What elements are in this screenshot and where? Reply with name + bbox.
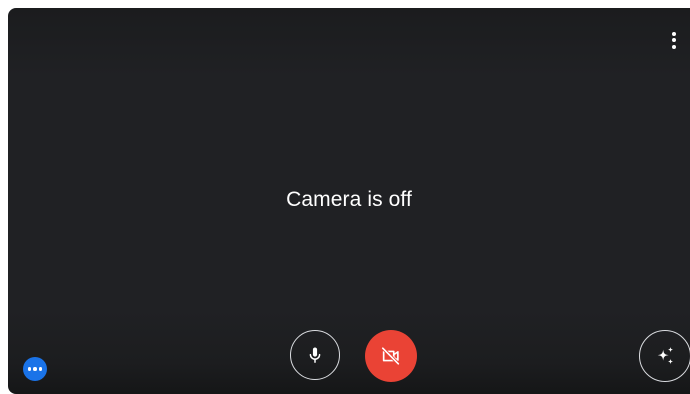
visual-effects-button[interactable]: [639, 330, 690, 382]
camera-toggle-button[interactable]: [365, 330, 417, 382]
more-vert-icon: [672, 31, 676, 49]
more-actions-button[interactable]: [23, 357, 47, 381]
more-options-button[interactable]: [664, 28, 684, 52]
camera-status-text: Camera is off: [286, 188, 412, 211]
sparkle-icon: [657, 346, 674, 365]
camera-off-icon: [381, 346, 400, 366]
camera-preview: Camera is off: [8, 8, 690, 394]
microphone-icon: [309, 347, 321, 363]
microphone-toggle-button[interactable]: [290, 330, 340, 380]
more-horiz-icon: [27, 367, 43, 371]
